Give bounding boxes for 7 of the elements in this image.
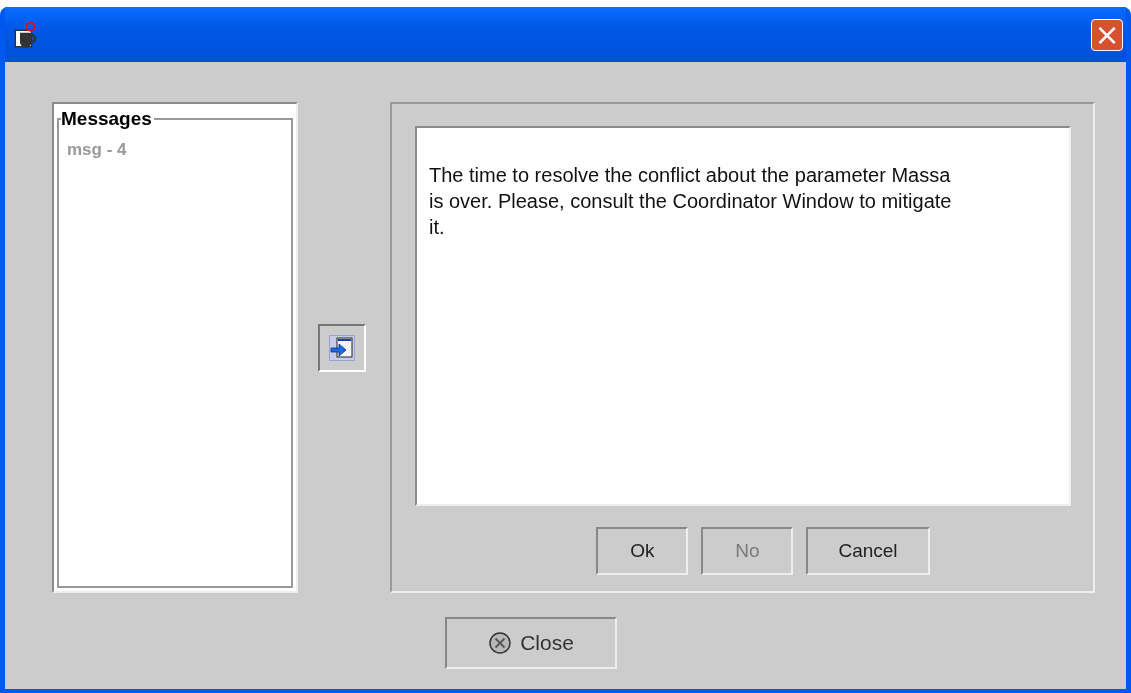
message-text: The time to resolve the conflict about the parameter Massa is over. Please, consult the Coordinator Window to mitigate it. xyxy=(429,163,953,240)
close-button[interactable]: Close xyxy=(445,617,617,669)
dialog-button[interactable]: Ok xyxy=(596,527,689,575)
dialog-button[interactable]: Cancel xyxy=(806,527,930,575)
close-circle-icon xyxy=(488,631,513,655)
move-button[interactable] xyxy=(318,323,366,372)
close-button[interactable]: × xyxy=(1091,18,1123,51)
